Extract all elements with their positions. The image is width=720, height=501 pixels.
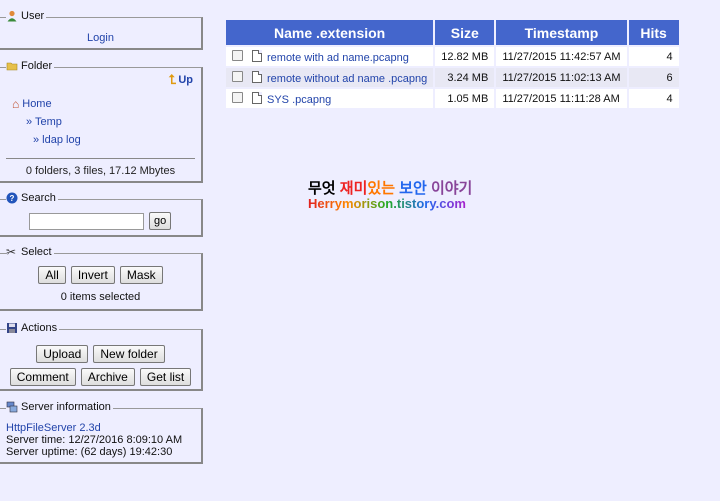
table-row: remote with ad name.pcapng 12.82 MB 11/2… [226,47,679,66]
file-checkbox[interactable] [232,49,243,61]
archive-button[interactable]: Archive [80,368,135,386]
file-hits: 6 [628,68,679,87]
upload-button[interactable]: Upload [36,345,89,363]
folder-panel: Folder ⮤ Up ⌂ Home » Temp » ldap log 0 f… [0,60,203,183]
file-name-cell: remote with ad name.pcapng [226,47,434,66]
file-timestamp: 11/27/2015 11:42:57 AM [496,47,627,66]
select-legend: ✂ Select [6,245,54,259]
column-header-name[interactable]: Name .extension [226,20,434,45]
select-panel: ✂ Select All Invert Mask 0 items selecte… [0,246,203,311]
search-legend: ? Search [6,192,58,204]
selection-status: 0 items selected [60,291,141,303]
column-header-size[interactable]: Size [435,20,495,45]
file-table: Name .extension Size Timestamp Hits remo… [224,18,681,110]
column-header-hits[interactable]: Hits [628,20,679,45]
folder-summary: 0 folders, 3 files, 17.12 Mbytes [25,165,176,177]
file-size: 12.82 MB [435,47,495,66]
file-icon [252,70,262,83]
get-list-button[interactable]: Get list [139,368,192,386]
up-link[interactable]: ⮤ Up [169,72,193,88]
user-panel: User Login [0,10,203,50]
file-checkbox[interactable] [232,91,243,103]
file-hits: 4 [628,47,679,66]
server-details: HttpFileServer 2.3d Server time: 12/27/2… [6,422,182,458]
server-legend: Server information [6,401,113,413]
search-row: go [29,212,172,230]
home-icon: ⌂ [12,97,20,111]
folder-divider [6,158,195,159]
file-hits: 4 [628,89,679,108]
user-icon [7,10,17,22]
file-name-cell: remote without ad name .pcapng [226,68,434,87]
server-name-link[interactable]: HttpFileServer 2.3d [6,422,182,434]
server-icon [6,401,18,413]
actions-row-2: Comment Archive Get list [0,368,201,386]
actions-row-1: Upload New folder [0,345,201,363]
folder-open-icon [6,62,18,71]
column-header-timestamp[interactable]: Timestamp [496,20,627,45]
mask-button[interactable]: Mask [119,266,163,284]
scissors-icon: ✂ [6,245,17,259]
select-all-button[interactable]: All [38,266,66,284]
file-link[interactable]: remote with ad name.pcapng [267,52,409,64]
file-timestamp: 11/27/2015 11:11:28 AM [496,89,627,108]
invert-selection-button[interactable]: Invert [70,266,115,284]
select-buttons: All Invert Mask [0,266,201,284]
login-link[interactable]: Login [0,32,201,44]
table-row: remote without ad name .pcapng 3.24 MB 1… [226,68,679,87]
search-input[interactable] [29,212,144,230]
watermark-line-1: 무엇 재미있는 보안 이야기 [308,180,473,197]
search-go-button[interactable]: go [149,212,172,230]
comment-button[interactable]: Comment [9,368,76,386]
file-link[interactable]: SYS .pcapng [267,94,331,106]
help-icon: ? [6,192,18,204]
file-link[interactable]: remote without ad name .pcapng [267,73,427,85]
watermark-line-2: Herrymorison.tistory.com [308,196,466,211]
file-timestamp: 11/27/2015 11:02:13 AM [496,68,627,87]
new-folder-button[interactable]: New folder [93,345,165,363]
up-arrow-icon: ⮤ [168,72,177,87]
svg-text:?: ? [10,194,15,203]
user-legend: User [6,10,47,22]
file-checkbox[interactable] [232,70,243,82]
table-row: SYS .pcapng 1.05 MB 11/27/2015 11:11:28 … [226,89,679,108]
server-time: Server time: 12/27/2016 8:09:10 AM [6,434,183,446]
file-icon [252,91,262,104]
save-icon [7,323,17,333]
search-panel: ? Search go [0,192,203,237]
file-name-cell: SYS .pcapng [226,89,434,108]
actions-panel: Actions Upload New folder Comment Archiv… [0,322,203,391]
breadcrumb: ⌂ Home » Temp » ldap log [12,95,81,149]
breadcrumb-ldap-log[interactable]: » ldap log [12,131,81,149]
breadcrumb-temp[interactable]: » Temp [12,113,81,131]
server-panel: Server information HttpFileServer 2.3d S… [0,401,203,464]
folder-legend: Folder [6,60,55,72]
file-size: 3.24 MB [435,68,495,87]
server-uptime: Server uptime: (62 days) 19:42:30 [6,446,173,458]
actions-legend: Actions [6,322,60,334]
file-icon [252,49,262,62]
file-size: 1.05 MB [435,89,495,108]
table-header-row: Name .extension Size Timestamp Hits [226,20,679,45]
breadcrumb-home[interactable]: ⌂ Home [12,95,81,113]
